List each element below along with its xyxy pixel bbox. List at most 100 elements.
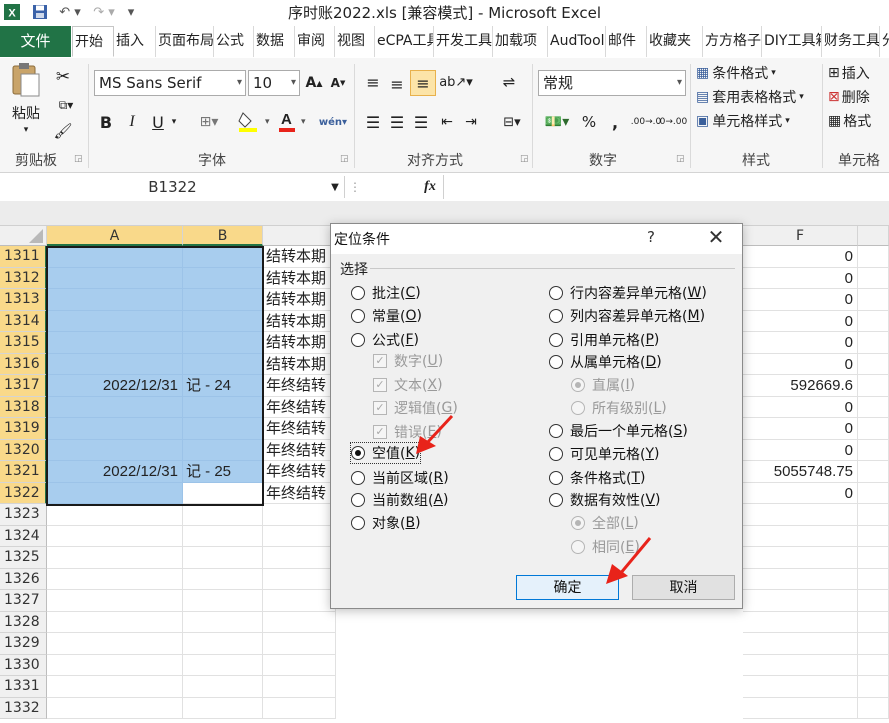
cell-voucher[interactable]: 记 - 24 xyxy=(183,375,263,397)
cell-date[interactable] xyxy=(47,267,183,289)
cell-date[interactable] xyxy=(47,482,183,504)
cell-empty[interactable] xyxy=(858,439,889,461)
option-blanks[interactable]: 空值(K) xyxy=(349,442,422,464)
cell-empty[interactable] xyxy=(858,590,889,612)
insert-function-button[interactable]: fx xyxy=(420,177,440,197)
cell-empty[interactable] xyxy=(858,461,889,483)
cell-summary[interactable] xyxy=(263,654,336,676)
column-header-f[interactable]: F xyxy=(743,226,858,246)
number-format-dropdown[interactable]: 常规 ▾ xyxy=(538,70,686,96)
cell-voucher[interactable] xyxy=(183,568,263,590)
cell-amount[interactable]: 0 xyxy=(743,267,858,289)
cell-summary[interactable] xyxy=(263,633,336,655)
align-top-icon[interactable]: ≡ xyxy=(362,70,384,94)
cell-amount[interactable]: 0 xyxy=(743,246,858,268)
cell-voucher[interactable]: 记 - 25 xyxy=(183,461,263,483)
cell-amount[interactable]: 0 xyxy=(743,439,858,461)
cell-date[interactable] xyxy=(47,246,183,268)
align-left-icon[interactable]: ☰ xyxy=(362,110,384,134)
tab-finance-tools[interactable]: 财务工具 xyxy=(822,26,880,57)
radio-icon[interactable] xyxy=(549,447,563,461)
cell-voucher[interactable] xyxy=(183,396,263,418)
cell-date[interactable] xyxy=(47,525,183,547)
cell-summary[interactable]: 年终结转 xyxy=(263,375,336,397)
cell-amount[interactable] xyxy=(743,547,858,569)
row-header[interactable]: 1332 xyxy=(0,697,47,719)
cell-summary[interactable]: 结转本期 xyxy=(263,246,336,268)
alignment-launcher-icon[interactable]: ◲ xyxy=(520,154,529,164)
cell-amount[interactable] xyxy=(743,504,858,526)
cell-summary[interactable]: 年终结转 xyxy=(263,461,336,483)
option-last-cell[interactable]: 最后一个单元格(S) xyxy=(549,421,688,441)
cell-summary[interactable]: 年终结转 xyxy=(263,418,336,440)
tab-insert[interactable]: 插入 xyxy=(114,26,156,57)
tab-audtool[interactable]: AudTool xyxy=(548,26,606,57)
cell-voucher[interactable] xyxy=(183,504,263,526)
cell-empty[interactable] xyxy=(858,697,889,719)
cell-styles-button[interactable]: ▣ 单元格样式 ▾ xyxy=(696,110,816,132)
cell-voucher[interactable] xyxy=(183,611,263,633)
merge-center-icon[interactable]: ⊟▾ xyxy=(496,110,528,134)
cell-summary[interactable] xyxy=(263,676,336,698)
align-middle-icon[interactable]: ≡ xyxy=(386,72,408,96)
tab-home[interactable]: 开始 xyxy=(72,26,114,57)
cell-date[interactable] xyxy=(47,439,183,461)
cell-amount[interactable]: 0 xyxy=(743,482,858,504)
column-header-c[interactable] xyxy=(263,226,336,246)
name-box-dropdown-icon[interactable]: ▼ xyxy=(328,179,342,195)
bold-button[interactable]: B xyxy=(96,110,116,134)
option-conditional-formats[interactable]: 条件格式(T) xyxy=(549,468,646,488)
cell-date[interactable] xyxy=(47,289,183,311)
cell-summary[interactable] xyxy=(263,697,336,719)
option-data-validation[interactable]: 数据有效性(V) xyxy=(549,490,661,510)
option-comments[interactable]: 批注(C) xyxy=(351,283,421,303)
grow-font-icon[interactable]: A ▲ xyxy=(304,72,324,94)
cell-date[interactable] xyxy=(47,310,183,332)
orientation-icon[interactable]: ab↗▾ xyxy=(439,70,473,94)
radio-icon[interactable] xyxy=(351,333,365,347)
copy-icon[interactable]: ⧉▾ xyxy=(52,94,80,116)
cell-summary[interactable] xyxy=(263,568,336,590)
cancel-button[interactable]: 取消 xyxy=(632,575,735,600)
cell-summary[interactable] xyxy=(263,525,336,547)
tab-fangfang[interactable]: 方方格子 xyxy=(703,26,762,57)
cell-empty[interactable] xyxy=(858,633,889,655)
decrease-decimal-icon[interactable]: .0→.00 xyxy=(657,108,687,136)
cell-amount[interactable]: 0 xyxy=(743,310,858,332)
cell-empty[interactable] xyxy=(858,568,889,590)
delete-cells-button[interactable]: ⊠ 删除 xyxy=(828,86,889,108)
align-right-icon[interactable]: ☰ xyxy=(410,110,432,134)
option-dependents[interactable]: 从属单元格(D) xyxy=(549,352,662,372)
paste-icon[interactable] xyxy=(6,62,46,98)
radio-icon[interactable] xyxy=(351,309,365,323)
cell-voucher[interactable] xyxy=(183,590,263,612)
cell-empty[interactable] xyxy=(858,611,889,633)
cell-amount[interactable] xyxy=(743,633,858,655)
row-header[interactable]: 1325 xyxy=(0,547,47,569)
row-header[interactable]: 1319 xyxy=(0,418,47,440)
cell-voucher[interactable] xyxy=(183,353,263,375)
cell-amount[interactable] xyxy=(743,654,858,676)
cell-date[interactable]: 2022/12/31 xyxy=(47,461,183,483)
paste-button[interactable]: 粘贴 xyxy=(6,102,46,124)
cell-empty[interactable] xyxy=(858,310,889,332)
fill-color-icon[interactable]: ▾ xyxy=(236,108,274,134)
cell-date[interactable] xyxy=(47,633,183,655)
cell-voucher[interactable] xyxy=(183,633,263,655)
italic-button[interactable]: I xyxy=(122,110,142,134)
borders-icon[interactable]: ⊞▾ xyxy=(190,110,228,134)
cell-date[interactable] xyxy=(47,504,183,526)
cell-voucher[interactable] xyxy=(183,439,263,461)
option-objects[interactable]: 对象(B) xyxy=(351,513,421,533)
cell-empty[interactable] xyxy=(858,353,889,375)
cell-voucher[interactable] xyxy=(183,246,263,268)
cell-amount[interactable]: 0 xyxy=(743,418,858,440)
cell-empty[interactable] xyxy=(858,267,889,289)
cell-empty[interactable] xyxy=(858,654,889,676)
close-icon[interactable]: ✕ xyxy=(701,225,731,249)
select-all-corner[interactable] xyxy=(0,226,47,246)
row-header[interactable]: 1315 xyxy=(0,332,47,354)
tab-add-ins[interactable]: 加载项 xyxy=(493,26,548,57)
number-launcher-icon[interactable]: ◲ xyxy=(676,154,685,164)
option-precedents[interactable]: 引用单元格(P) xyxy=(549,330,659,350)
